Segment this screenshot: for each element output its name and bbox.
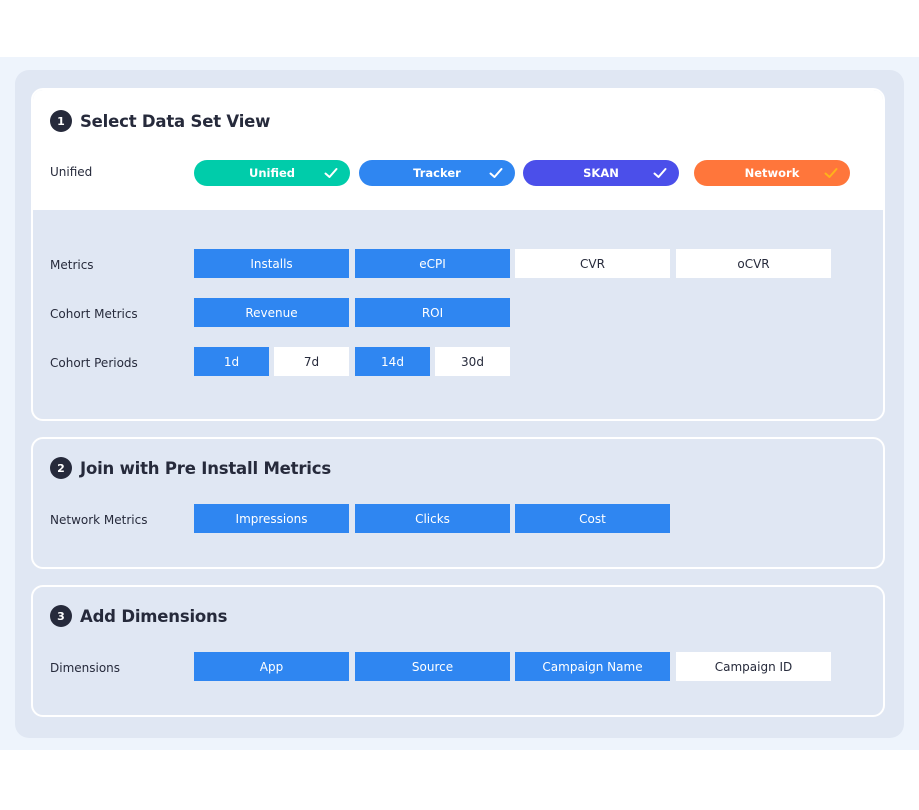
cohort-period-option-14d[interactable]: 14d [355, 347, 430, 376]
check-icon [324, 168, 338, 178]
section-1-header: 1 Select Data Set View [50, 110, 270, 132]
step-2-badge: 2 [50, 457, 72, 479]
view-pill-unified[interactable]: Unified [194, 160, 350, 186]
dimensions-label: Dimensions [50, 661, 121, 675]
dimension-option-source[interactable]: Source [355, 652, 510, 681]
section-2-title: Join with Pre Install Metrics [80, 458, 331, 478]
section-2-header: 2 Join with Pre Install Metrics [50, 457, 331, 479]
cohort-period-option-7d[interactable]: 7d [274, 347, 349, 376]
cohort-periods-label: Cohort Periods [50, 356, 138, 370]
data-set-view-label: Unified [50, 165, 93, 179]
check-icon [824, 168, 838, 178]
dimension-option-campaign-id[interactable]: Campaign ID [676, 652, 831, 681]
view-pill-network[interactable]: Network [694, 160, 850, 186]
dimension-option-app[interactable]: App [194, 652, 349, 681]
metric-option-ocvr[interactable]: oCVR [676, 249, 831, 278]
cohort-period-option-1d[interactable]: 1d [194, 347, 269, 376]
metric-option-ecpi[interactable]: eCPI [355, 249, 510, 278]
view-pill-label: SKAN [583, 166, 619, 180]
check-icon [653, 168, 667, 178]
section-3-header: 3 Add Dimensions [50, 605, 227, 627]
network-metric-option-cost[interactable]: Cost [515, 504, 670, 533]
cohort-metric-option-revenue[interactable]: Revenue [194, 298, 349, 327]
section-add-dimensions: 3 Add Dimensions Dimensions App Source C… [31, 585, 885, 717]
step-1-badge: 1 [50, 110, 72, 132]
section-1-title: Select Data Set View [80, 111, 271, 131]
cohort-period-option-30d[interactable]: 30d [435, 347, 510, 376]
cohort-metrics-label: Cohort Metrics [50, 307, 138, 321]
view-pill-label: Unified [248, 166, 296, 180]
dimension-option-campaign-name[interactable]: Campaign Name [515, 652, 670, 681]
view-pill-tracker[interactable]: Tracker [359, 160, 515, 186]
cohort-metric-option-roi[interactable]: ROI [355, 298, 510, 327]
network-metric-option-impressions[interactable]: Impressions [194, 504, 349, 533]
network-metric-option-clicks[interactable]: Clicks [355, 504, 510, 533]
data-set-view-header-area [33, 90, 883, 210]
network-metrics-label: Network Metrics [50, 513, 148, 527]
section-join-pre-install-metrics: 2 Join with Pre Install Metrics Network … [31, 437, 885, 569]
view-pill-label: Network [744, 166, 800, 180]
metrics-label: Metrics [50, 258, 94, 272]
step-3-badge: 3 [50, 605, 72, 627]
metric-option-cvr[interactable]: CVR [515, 249, 670, 278]
section-3-title: Add Dimensions [80, 606, 228, 626]
metric-option-installs[interactable]: Installs [194, 249, 349, 278]
view-pill-label: Tracker [413, 166, 461, 180]
section-select-data-set-view: 1 Select Data Set View Unified Unified T… [31, 88, 885, 421]
check-icon [489, 168, 503, 178]
view-pill-skan[interactable]: SKAN [523, 160, 679, 186]
